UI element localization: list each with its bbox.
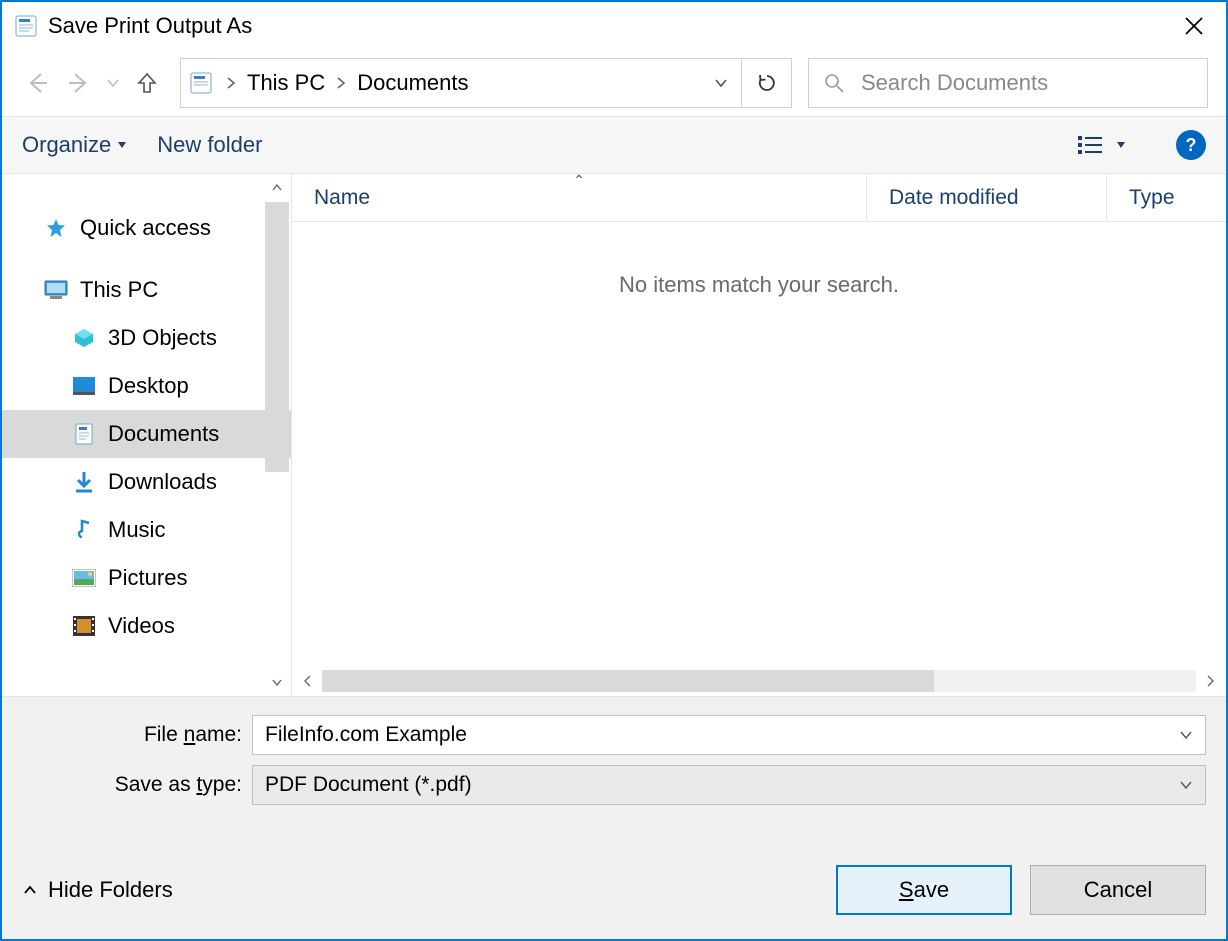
- document-icon: [72, 422, 96, 446]
- new-folder-button[interactable]: New folder: [157, 132, 262, 158]
- file-name-row: File name: FileInfo.com Example: [22, 715, 1206, 755]
- videos-icon: [72, 614, 96, 638]
- sidebar-item-documents[interactable]: Documents: [2, 410, 291, 458]
- hscroll-right[interactable]: [1200, 671, 1220, 691]
- sidebar-scrollbar-thumb[interactable]: [265, 202, 289, 472]
- footer-actions: Hide Folders Save Cancel: [22, 865, 1206, 925]
- search-icon: [823, 72, 845, 94]
- pictures-icon: [72, 566, 96, 590]
- dialog-footer: File name: FileInfo.com Example Save as …: [2, 696, 1226, 939]
- empty-message: No items match your search.: [619, 272, 899, 298]
- address-dropdown[interactable]: [701, 75, 741, 91]
- sidebar-item-pictures[interactable]: Pictures: [2, 554, 291, 602]
- list-view-icon: [1078, 134, 1104, 156]
- chevron-right-icon[interactable]: [221, 76, 241, 90]
- sidebar-item-label: Videos: [108, 613, 175, 639]
- forward-button: [62, 66, 96, 100]
- hscroll-thumb[interactable]: [322, 670, 934, 692]
- column-header-name[interactable]: Name: [292, 174, 866, 221]
- save-type-row: Save as type: PDF Document (*.pdf): [22, 765, 1206, 805]
- column-header-type[interactable]: Type: [1106, 174, 1226, 221]
- horizontal-scrollbar: [292, 668, 1226, 696]
- sidebar-item-label: Documents: [108, 421, 219, 447]
- column-headers: Name Date modified Type: [292, 174, 1226, 222]
- desktop-icon: [72, 374, 96, 398]
- nav-row: This PC Documents: [2, 50, 1226, 116]
- search-box[interactable]: [808, 58, 1208, 108]
- sidebar-item-downloads[interactable]: Downloads: [2, 458, 291, 506]
- hide-folders-button[interactable]: Hide Folders: [22, 877, 173, 903]
- save-dialog-window: Save Print Output As: [0, 0, 1228, 941]
- help-button[interactable]: ?: [1176, 130, 1206, 160]
- file-list-pane: Name Date modified Type No items match y…: [292, 174, 1226, 696]
- sidebar-item-label: Quick access: [80, 215, 211, 241]
- back-button: [20, 66, 54, 100]
- close-button[interactable]: [1174, 6, 1214, 46]
- breadcrumb-current[interactable]: Documents: [351, 70, 474, 96]
- organize-label: Organize: [22, 132, 111, 158]
- refresh-button[interactable]: [741, 59, 791, 107]
- toolbar: Organize New folder ?: [2, 116, 1226, 174]
- chevron-down-icon: [1179, 778, 1193, 792]
- cube-icon: [72, 326, 96, 350]
- file-name-label: File name:: [22, 723, 252, 747]
- new-folder-label: New folder: [157, 132, 262, 158]
- up-button[interactable]: [130, 66, 164, 100]
- save-type-label: Save as type:: [22, 773, 252, 797]
- file-name-value: FileInfo.com Example: [265, 723, 1179, 747]
- hscroll-track[interactable]: [322, 670, 1196, 692]
- sidebar-item-music[interactable]: Music: [2, 506, 291, 554]
- search-input[interactable]: [859, 69, 1193, 97]
- sidebar-item-quick-access[interactable]: Quick access: [2, 204, 291, 252]
- file-list: No items match your search.: [292, 222, 1226, 668]
- music-icon: [72, 518, 96, 542]
- sidebar-item-desktop[interactable]: Desktop: [2, 362, 291, 410]
- nav-sidebar: Quick access This PC 3D Objects: [2, 174, 292, 696]
- dialog-body: Quick access This PC 3D Objects: [2, 174, 1226, 696]
- folder-icon: [181, 72, 221, 94]
- save-button[interactable]: Save: [836, 865, 1012, 915]
- cancel-button[interactable]: Cancel: [1030, 865, 1206, 915]
- app-icon: [14, 14, 38, 38]
- organize-button[interactable]: Organize: [22, 132, 127, 158]
- chevron-up-icon: [22, 882, 38, 898]
- sidebar-item-label: 3D Objects: [108, 325, 217, 351]
- hide-folders-label: Hide Folders: [48, 877, 173, 903]
- chevron-down-icon[interactable]: [1179, 728, 1193, 742]
- breadcrumb-root[interactable]: This PC: [241, 70, 331, 96]
- sidebar-scroll-up[interactable]: [267, 178, 287, 198]
- sidebar-item-label: Pictures: [108, 565, 187, 591]
- sidebar-item-label: Music: [108, 517, 165, 543]
- sidebar-scroll-down[interactable]: [267, 672, 287, 692]
- column-header-date[interactable]: Date modified: [866, 174, 1106, 221]
- title-bar: Save Print Output As: [2, 2, 1226, 50]
- sidebar-item-this-pc[interactable]: This PC: [2, 266, 291, 314]
- hscroll-left[interactable]: [298, 671, 318, 691]
- download-icon: [72, 470, 96, 494]
- sidebar-item-3d-objects[interactable]: 3D Objects: [2, 314, 291, 362]
- star-icon: [44, 216, 68, 240]
- history-dropdown[interactable]: [104, 76, 122, 90]
- window-title: Save Print Output As: [48, 13, 1174, 39]
- sidebar-item-label: Downloads: [108, 469, 217, 495]
- chevron-right-icon[interactable]: [331, 76, 351, 90]
- view-options-button[interactable]: [1078, 134, 1126, 156]
- sidebar-item-label: This PC: [80, 277, 158, 303]
- address-bar[interactable]: This PC Documents: [180, 58, 792, 108]
- sidebar-item-label: Desktop: [108, 373, 189, 399]
- chevron-down-icon: [1116, 140, 1126, 150]
- sidebar-item-videos[interactable]: Videos: [2, 602, 291, 650]
- pc-icon: [44, 278, 68, 302]
- save-type-value: PDF Document (*.pdf): [265, 773, 472, 797]
- save-type-select[interactable]: PDF Document (*.pdf): [252, 765, 1206, 805]
- file-name-input[interactable]: FileInfo.com Example: [252, 715, 1206, 755]
